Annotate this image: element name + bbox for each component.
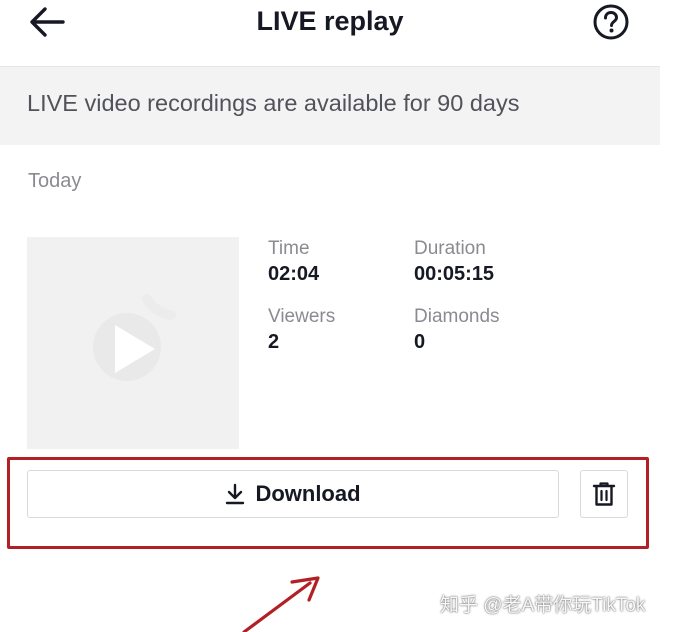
delete-button[interactable] xyxy=(580,470,628,518)
annotation-arrow-icon xyxy=(242,576,320,632)
duration-label: Duration xyxy=(414,238,486,259)
diamonds-value: 0 xyxy=(414,331,426,353)
viewers-value: 2 xyxy=(268,331,280,353)
play-icon xyxy=(93,294,176,381)
help-button[interactable] xyxy=(591,2,631,42)
banner-text: LIVE video recordings are available for … xyxy=(27,90,520,116)
replay-thumbnail[interactable] xyxy=(27,237,239,449)
diamonds-label: Diamonds xyxy=(414,306,500,327)
download-label: Download xyxy=(255,481,361,506)
retention-banner: LIVE video recordings are available for … xyxy=(0,66,660,145)
download-icon xyxy=(226,483,245,505)
section-date-header: Today xyxy=(28,170,82,192)
live-replay-screen: LIVE replay LIVE video recordings are av… xyxy=(0,0,675,632)
header: LIVE replay xyxy=(0,0,675,64)
viewers-label: Viewers xyxy=(268,306,336,327)
question-circle-icon xyxy=(593,4,629,40)
page-title: LIVE replay xyxy=(256,6,404,36)
time-value: 02:04 xyxy=(268,263,320,285)
time-label: Time xyxy=(268,238,310,259)
trash-icon xyxy=(592,482,616,506)
duration-value: 00:05:15 xyxy=(414,263,495,285)
download-button[interactable]: Download xyxy=(27,470,559,518)
watermark: 知乎 @老A带你玩TikTok xyxy=(440,595,646,616)
